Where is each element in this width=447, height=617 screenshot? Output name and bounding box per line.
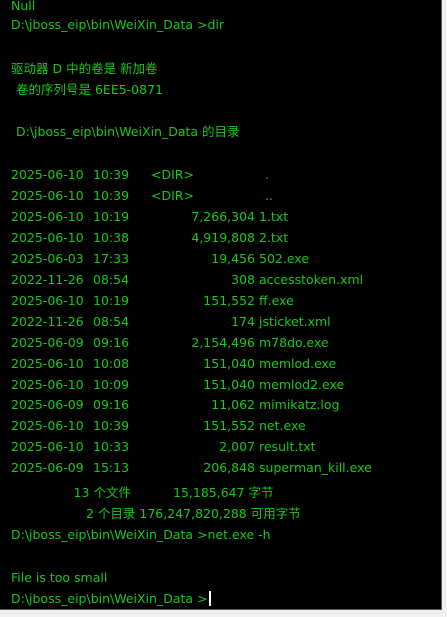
- entry-time: 10:39: [93, 187, 130, 203]
- entry-date: 2025-06-10: [11, 208, 84, 224]
- entry-date: 2025-06-10: [11, 439, 84, 455]
- entry-size: 174: [231, 313, 255, 329]
- entry-time: 10:38: [93, 229, 130, 245]
- entry-size: 308: [231, 271, 255, 287]
- entry-time: 10:39: [93, 167, 130, 182]
- entry-date: 2022-11-26: [11, 313, 84, 329]
- volume-serial-line: 卷的序列号是 6EE5-0871: [16, 82, 163, 97]
- entry-name: 1.txt: [259, 208, 289, 224]
- entry-date: 2025-06-10: [11, 418, 84, 434]
- null-output-line: Null: [11, 0, 36, 13]
- console-window[interactable]: Null D:\jboss_eip\bin\WeiXin_Data >dir 驱…: [0, 0, 442, 610]
- prompt-dir-command: D:\jboss_eip\bin\WeiXin_Data >dir: [11, 17, 225, 32]
- entry-time: 10:33: [93, 439, 130, 455]
- entry-name: memlod.exe: [259, 355, 337, 371]
- entry-time: 10:39: [93, 418, 130, 434]
- entry-size: 151,552: [203, 292, 255, 308]
- entry-name: result.txt: [259, 439, 316, 455]
- entry-size: 19,456: [211, 250, 255, 266]
- entry-size: 2,154,496: [191, 334, 255, 350]
- entry-time: 09:16: [93, 397, 130, 413]
- entry-size: 151,552: [203, 418, 255, 434]
- entry-date: 2025-06-09: [11, 460, 84, 476]
- entry-name: net.exe: [259, 418, 306, 434]
- summary-file-bytes: 15,185,647 字节: [173, 485, 274, 500]
- entry-name: 2.txt: [259, 229, 289, 245]
- entry-date: 2025-06-09: [11, 334, 84, 350]
- entry-date: 2025-06-10: [11, 355, 84, 371]
- entry-time: 10:08: [93, 355, 130, 371]
- entry-name: ff.exe: [259, 292, 294, 308]
- summary-files-line: 13 个文件 15,185,647 字节: [11, 485, 274, 501]
- entry-time: 10:19: [93, 208, 130, 224]
- entry-name: .: [265, 167, 269, 182]
- entry-size: 2,007: [219, 439, 255, 455]
- current-prompt-text: D:\jboss_eip\bin\WeiXin_Data >: [11, 591, 208, 606]
- entry-dir-tag: <DIR>: [151, 167, 194, 182]
- entry-size: 151,040: [203, 355, 255, 371]
- entry-name: mimikatz.log: [259, 397, 340, 413]
- entry-name: jsticket.xml: [259, 313, 331, 329]
- directory-of-line: D:\jboss_eip\bin\WeiXin_Data 的目录: [16, 124, 240, 139]
- entry-date: 2025-06-10: [11, 187, 84, 203]
- error-output-line: File is too small: [11, 570, 108, 585]
- entry-time: 10:09: [93, 376, 130, 392]
- text-cursor: [208, 591, 211, 606]
- current-prompt-line[interactable]: D:\jboss_eip\bin\WeiXin_Data >: [11, 591, 211, 607]
- entry-time: 17:33: [93, 250, 130, 266]
- entry-name: 502.exe: [259, 250, 310, 266]
- entry-name: memlod2.exe: [259, 376, 345, 392]
- entry-size: 7,266,304: [191, 208, 255, 224]
- entry-time: 08:54: [93, 313, 130, 329]
- entry-name: superman_kill.exe: [259, 460, 372, 476]
- window-frame-right: [442, 0, 447, 617]
- entry-date: 2025-06-03: [11, 250, 84, 266]
- entry-date: 2025-06-09: [11, 397, 84, 413]
- entry-name: accesstoken.xml: [259, 271, 364, 287]
- entry-time: 15:13: [93, 460, 130, 476]
- entry-name: m78do.exe: [259, 334, 329, 350]
- entry-date: 2025-06-10: [11, 376, 84, 392]
- entry-date: 2025-06-10: [11, 167, 84, 182]
- prompt-net-command: D:\jboss_eip\bin\WeiXin_Data >net.exe -h: [11, 527, 271, 542]
- entry-size: 11,062: [211, 397, 255, 413]
- entry-size: 4,919,808: [191, 229, 255, 245]
- entry-time: 09:16: [93, 334, 130, 350]
- window-frame-bottom: [0, 610, 447, 617]
- entry-name: ..: [265, 187, 273, 203]
- entry-date: 2025-06-10: [11, 292, 84, 308]
- entry-time: 08:54: [93, 271, 130, 287]
- volume-label-line: 驱动器 D 中的卷是 新加卷: [11, 61, 158, 76]
- entry-size: 206,848: [203, 460, 255, 476]
- entry-date: 2025-06-10: [11, 229, 84, 245]
- entry-dir-tag: <DIR>: [151, 187, 194, 203]
- summary-dirs-line: 2 个目录 176,247,820,288 可用字节: [86, 506, 301, 521]
- entry-size: 151,040: [203, 376, 255, 392]
- entry-date: 2022-11-26: [11, 271, 84, 287]
- summary-file-count: 13 个文件: [73, 485, 131, 500]
- entry-time: 10:19: [93, 292, 130, 308]
